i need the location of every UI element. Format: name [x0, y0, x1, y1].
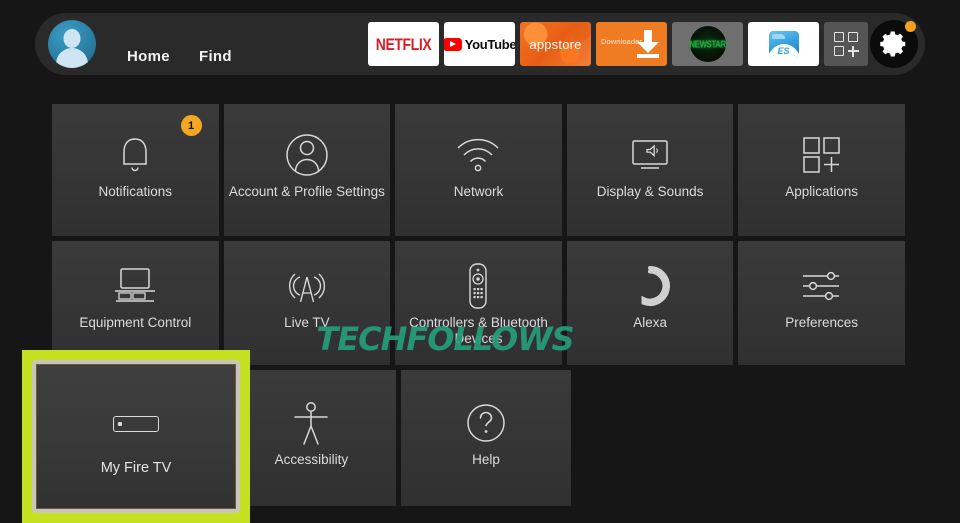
tv-speaker-icon	[627, 132, 673, 178]
antenna-icon	[285, 263, 329, 309]
alexa-ring-icon	[629, 263, 671, 309]
settings-row-2: Equipment Control Live TV Controllers & …	[52, 241, 905, 365]
app-shortcuts-row: NETFLIX YouTube appstore Downloader NEWS…	[368, 22, 868, 66]
settings-tile-my-fire-tv[interactable]: My Fire TV	[22, 350, 250, 523]
settings-tile-equipment-control[interactable]: Equipment Control	[52, 241, 219, 365]
netflix-icon: NETFLIX	[375, 34, 432, 54]
settings-row-1: 1 Notifications Account & Profile Settin…	[52, 104, 905, 236]
nav-item-find[interactable]: Find	[199, 48, 232, 65]
settings-tile-label: Controllers & Bluetooth Devices	[409, 315, 548, 346]
settings-tile-live-tv[interactable]: Live TV	[223, 241, 391, 365]
settings-tile-label: Network	[453, 184, 504, 199]
settings-tile-controllers-bluetooth[interactable]: Controllers & Bluetooth Devices	[395, 241, 562, 365]
settings-tile-display-sounds[interactable]: Display & Sounds	[566, 104, 734, 236]
settings-tile-label: My Fire TV	[100, 460, 172, 476]
remote-control-icon	[465, 263, 491, 309]
person-circle-icon	[285, 132, 329, 178]
settings-button[interactable]	[870, 20, 918, 68]
accessibility-icon	[291, 400, 331, 446]
app-squares-icon	[800, 132, 844, 178]
top-navigation-bar: Home Find NETFLIX YouTube appstore Downl…	[35, 13, 925, 75]
settings-tile-label: Accessibility	[274, 452, 349, 467]
question-circle-icon	[465, 400, 507, 446]
settings-tile-network[interactable]: Network	[395, 104, 562, 236]
bell-icon	[115, 132, 155, 178]
app-shortcut-es-file-explorer[interactable]: ES	[748, 22, 819, 66]
settings-tile-label: Preferences	[785, 315, 859, 330]
settings-tile-help[interactable]: Help	[401, 370, 571, 506]
gear-icon	[880, 31, 906, 57]
settings-tile-label: Alexa	[633, 315, 667, 330]
avatar[interactable]	[48, 20, 96, 68]
settings-tile-applications[interactable]: Applications	[738, 104, 905, 236]
wifi-icon	[455, 132, 501, 178]
tv-stand-icon	[110, 263, 160, 309]
settings-tile-label: Notifications	[98, 184, 173, 199]
apps-grid-button[interactable]	[824, 22, 868, 66]
apps-grid-icon	[833, 31, 859, 57]
es-file-explorer-icon: ES	[768, 30, 799, 58]
appstore-icon: appstore	[529, 36, 582, 52]
youtube-play-icon	[444, 37, 462, 51]
settings-tile-label: Live TV	[284, 315, 330, 330]
settings-tile-accessibility[interactable]: Accessibility	[226, 370, 397, 506]
sliders-icon	[798, 263, 846, 309]
app-shortcut-youtube[interactable]: YouTube	[444, 22, 515, 66]
settings-tile-alexa[interactable]: Alexa	[566, 241, 734, 365]
youtube-icon: YouTube	[444, 37, 515, 52]
settings-tile-account[interactable]: Account & Profile Settings	[223, 104, 391, 236]
avatar-head	[63, 28, 81, 48]
settings-tile-label: Equipment Control	[79, 315, 192, 330]
settings-tile-preferences[interactable]: Preferences	[738, 241, 905, 365]
settings-tile-label: Account & Profile Settings	[228, 184, 385, 199]
settings-tile-label: Applications	[785, 184, 859, 199]
green-circle-app-icon: NEWSTAR	[689, 26, 726, 62]
status-badge: 1	[180, 115, 202, 136]
fire-tv-settings-screen: Home Find NETFLIX YouTube appstore Downl…	[0, 0, 960, 523]
app-shortcut-netflix[interactable]: NETFLIX	[368, 22, 439, 66]
firestick-icon	[113, 416, 159, 432]
nav-item-home[interactable]: Home	[127, 48, 170, 65]
downloader-icon	[636, 30, 660, 58]
settings-notification-badge	[905, 21, 916, 32]
my-fire-tv-inner: My Fire TV	[32, 360, 240, 513]
settings-tile-notifications[interactable]: 1 Notifications	[52, 104, 219, 236]
app-shortcut-newstar[interactable]: NEWSTAR	[672, 22, 743, 66]
app-shortcut-appstore[interactable]: appstore	[520, 22, 591, 66]
avatar-body	[56, 47, 88, 68]
app-shortcut-downloader[interactable]: Downloader	[596, 22, 667, 66]
settings-tile-label: Help	[472, 452, 500, 467]
settings-tile-label: Display & Sounds	[596, 184, 704, 199]
